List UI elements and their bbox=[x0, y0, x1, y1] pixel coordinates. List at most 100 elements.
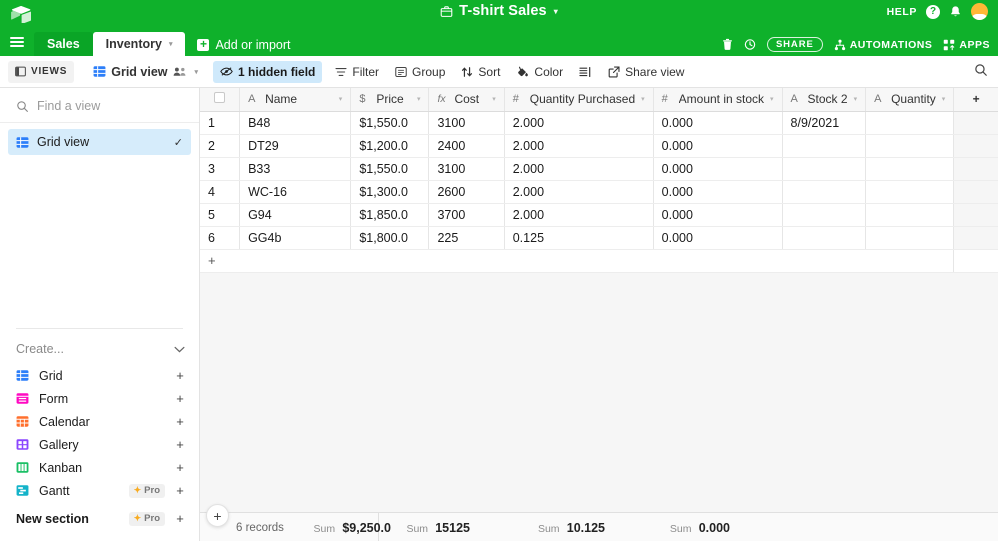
cell-stock-2[interactable] bbox=[782, 134, 867, 158]
create-item-kanban[interactable]: Kanban + bbox=[0, 456, 199, 479]
table-row[interactable]: 2 DT29 $1,200.0 2400 2.000 0.000 bbox=[200, 134, 998, 158]
create-item-form[interactable]: Form + bbox=[0, 387, 199, 410]
column-header-stock-2[interactable]: A Stock 2 ▾ bbox=[782, 88, 867, 112]
add-record-plus[interactable]: + bbox=[200, 249, 240, 273]
cell-amount-in-stock[interactable]: 0.000 bbox=[653, 157, 783, 181]
cell-price[interactable]: $1,200.0 bbox=[350, 134, 430, 158]
cell-cost[interactable]: 3700 bbox=[428, 203, 505, 227]
create-item-grid[interactable]: Grid + bbox=[0, 364, 199, 387]
cell-quantity-purchased[interactable]: 2.000 bbox=[504, 157, 654, 181]
search-icon[interactable] bbox=[974, 63, 988, 77]
column-header-name[interactable]: A Name ▾ bbox=[239, 88, 352, 112]
cell-quantity-purchased[interactable]: 2.000 bbox=[504, 134, 654, 158]
add-gallery-view-button[interactable]: + bbox=[175, 437, 185, 452]
chevron-down-icon[interactable] bbox=[174, 346, 185, 353]
find-view-input[interactable] bbox=[37, 99, 177, 113]
add-record-area[interactable] bbox=[239, 249, 955, 273]
table-row[interactable]: 3 B33 $1,550.0 3100 2.000 0.000 bbox=[200, 157, 998, 181]
select-all-checkbox[interactable] bbox=[214, 92, 226, 104]
cell-stock-2[interactable] bbox=[782, 157, 867, 181]
chevron-down-icon[interactable]: ▾ bbox=[492, 95, 496, 103]
help-label[interactable]: HELP bbox=[887, 6, 917, 18]
create-section-header[interactable]: Create... bbox=[0, 329, 199, 364]
create-item-new-section[interactable]: New section ✦ Pro + bbox=[0, 507, 199, 530]
cell-stock-2[interactable]: 8/9/2021 bbox=[782, 111, 867, 135]
cell-quantity[interactable] bbox=[865, 134, 955, 158]
cell-price[interactable]: $1,300.0 bbox=[350, 180, 430, 204]
cell-quantity[interactable] bbox=[865, 226, 955, 250]
trash-icon[interactable] bbox=[722, 38, 733, 51]
column-header-amount-in-stock[interactable]: # Amount in stock ▾ bbox=[653, 88, 783, 112]
cell-quantity-purchased[interactable]: 2.000 bbox=[504, 180, 654, 204]
grid-scroll-container[interactable]: A Name ▾ $ Price ▾ fx Cost ▾ # Quantity … bbox=[200, 88, 998, 512]
cell-name[interactable]: B33 bbox=[239, 157, 352, 181]
cell-name[interactable]: GG4b bbox=[239, 226, 352, 250]
cell-quantity[interactable] bbox=[865, 157, 955, 181]
table-row[interactable]: 4 WC-16 $1,300.0 2600 2.000 0.000 bbox=[200, 180, 998, 204]
cell-quantity-purchased[interactable]: 2.000 bbox=[504, 111, 654, 135]
chevron-down-icon[interactable]: ▾ bbox=[417, 95, 421, 103]
cell-price[interactable]: $1,800.0 bbox=[350, 226, 430, 250]
select-all-checkbox-cell[interactable] bbox=[200, 88, 241, 112]
cell-amount-in-stock[interactable]: 0.000 bbox=[653, 134, 783, 158]
cell-cost[interactable]: 225 bbox=[428, 226, 505, 250]
cell-stock-2[interactable] bbox=[782, 180, 867, 204]
cell-cost[interactable]: 3100 bbox=[428, 157, 505, 181]
table-row[interactable]: 6 GG4b $1,800.0 225 0.125 0.000 bbox=[200, 226, 998, 250]
chevron-down-icon[interactable]: ▾ bbox=[770, 95, 774, 103]
cell-amount-in-stock[interactable]: 0.000 bbox=[653, 226, 783, 250]
row-height-button[interactable] bbox=[572, 61, 599, 83]
chevron-down-icon[interactable]: ▾ bbox=[641, 95, 645, 103]
cell-stock-2[interactable] bbox=[782, 203, 867, 227]
sort-button[interactable]: Sort bbox=[454, 61, 507, 83]
cell-quantity[interactable] bbox=[865, 111, 955, 135]
table-row[interactable]: 5 G94 $1,850.0 3700 2.000 0.000 bbox=[200, 203, 998, 227]
create-item-gantt[interactable]: Gantt ✦ Pro + bbox=[0, 479, 199, 502]
chevron-down-icon[interactable]: ▾ bbox=[339, 95, 343, 103]
cell-amount-in-stock[interactable]: 0.000 bbox=[653, 180, 783, 204]
summary-price[interactable]: Sum $9,250.0 bbox=[314, 521, 391, 535]
filter-button[interactable]: Filter bbox=[328, 61, 386, 83]
chevron-down-icon[interactable]: ▾ bbox=[554, 7, 558, 16]
cell-stock-2[interactable] bbox=[782, 226, 867, 250]
notification-bell-icon[interactable] bbox=[949, 5, 962, 19]
chevron-down-icon[interactable]: ▾ bbox=[854, 95, 858, 103]
question-circle-icon[interactable]: ? bbox=[926, 4, 940, 19]
cell-name[interactable]: G94 bbox=[239, 203, 352, 227]
history-clock-icon[interactable] bbox=[744, 38, 756, 51]
sidebar-toggle-hamburger-icon[interactable] bbox=[0, 28, 34, 56]
tab-sales[interactable]: Sales bbox=[34, 32, 93, 56]
column-header-price[interactable]: $ Price ▾ bbox=[350, 88, 430, 112]
hidden-fields-button[interactable]: 1 hidden field bbox=[213, 60, 323, 83]
cell-cost[interactable]: 3100 bbox=[428, 111, 505, 135]
summary-cost[interactable]: Sum 15125 bbox=[406, 521, 470, 535]
add-field-button[interactable]: + bbox=[953, 88, 998, 112]
cell-quantity-purchased[interactable]: 2.000 bbox=[504, 203, 654, 227]
cell-name[interactable]: WC-16 bbox=[239, 180, 352, 204]
add-grid-view-button[interactable]: + bbox=[175, 368, 185, 383]
collaborators-icon[interactable] bbox=[173, 66, 187, 77]
add-kanban-view-button[interactable]: + bbox=[175, 460, 185, 475]
views-button[interactable]: VIEWS bbox=[8, 60, 75, 83]
add-new-section-button[interactable]: + bbox=[175, 511, 185, 526]
group-button[interactable]: Group bbox=[388, 61, 452, 83]
chevron-down-icon[interactable]: ▾ bbox=[169, 40, 173, 48]
cell-amount-in-stock[interactable]: 0.000 bbox=[653, 203, 783, 227]
chevron-down-icon[interactable]: ▾ bbox=[195, 68, 199, 76]
automations-button[interactable]: AUTOMATIONS bbox=[834, 39, 933, 51]
cell-name[interactable]: DT29 bbox=[239, 134, 352, 158]
add-record-button[interactable]: + bbox=[206, 504, 229, 527]
chevron-down-icon[interactable]: ▾ bbox=[942, 95, 946, 103]
color-button[interactable]: Color bbox=[509, 61, 570, 83]
cell-amount-in-stock[interactable]: 0.000 bbox=[653, 111, 783, 135]
add-or-import-button[interactable]: + Add or import bbox=[185, 38, 300, 56]
cell-name[interactable]: B48 bbox=[239, 111, 352, 135]
cell-cost[interactable]: 2600 bbox=[428, 180, 505, 204]
column-header-cost[interactable]: fx Cost ▾ bbox=[428, 88, 505, 112]
apps-button[interactable]: APPS bbox=[943, 39, 990, 51]
grid-view-selector[interactable]: Grid view ▾ bbox=[86, 61, 205, 83]
cell-price[interactable]: $1,550.0 bbox=[350, 157, 430, 181]
cell-quantity[interactable] bbox=[865, 203, 955, 227]
column-header-quantity[interactable]: A Quantity ▾ bbox=[865, 88, 955, 112]
share-view-button[interactable]: Share view bbox=[601, 61, 691, 83]
